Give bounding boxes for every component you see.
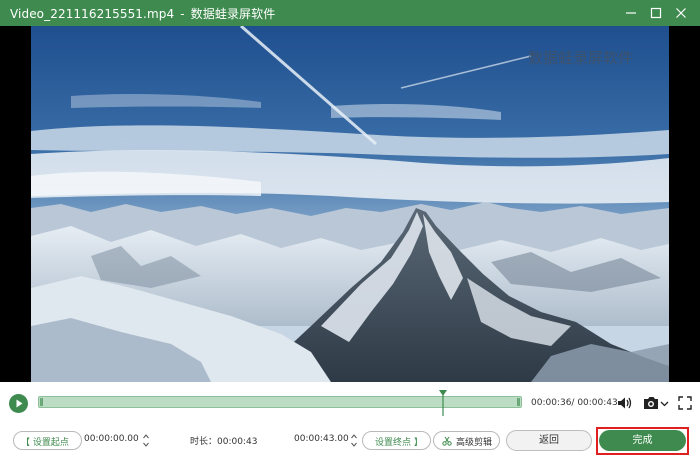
edit-controls: 【 设置起点 00:00:00.00 时长：00:00:43 00:00:43.… (0, 424, 700, 464)
camera-icon (644, 397, 669, 409)
minimize-button[interactable] (620, 3, 642, 23)
stepper-arrows-icon (351, 434, 357, 447)
highlight-box (596, 427, 689, 455)
advanced-edit-button[interactable]: 高级剪辑 (433, 431, 500, 450)
trim-start-handle[interactable] (40, 398, 43, 406)
app-name: 数据蛙录屏软件 (190, 7, 276, 21)
video-stage: 数据蛙录屏软件 (0, 26, 700, 382)
trim-end-handle[interactable] (517, 398, 520, 406)
stepper-arrows-icon (143, 434, 149, 447)
minimize-icon (626, 12, 636, 14)
playhead-marker-icon (439, 390, 448, 416)
back-button[interactable]: 返回 (506, 430, 592, 451)
screenshot-button[interactable] (642, 394, 670, 412)
time-readout: 00:00:36/ 00:00:43 (531, 398, 618, 408)
end-time-field[interactable]: 00:00:43.00 (292, 431, 360, 450)
fullscreen-icon (678, 396, 692, 410)
window-title: Video_221116215551.mp4- 数据蛙录屏软件 (10, 5, 275, 22)
start-time-field[interactable]: 00:00:00.00 (82, 431, 154, 450)
video-preview[interactable]: 数据蛙录屏软件 (31, 26, 669, 382)
volume-button[interactable] (616, 394, 634, 412)
end-time-value: 00:00:43.00 (294, 434, 349, 444)
end-time-stepper[interactable] (350, 432, 358, 449)
maximize-button[interactable] (645, 3, 667, 23)
scissors-icon (442, 436, 452, 446)
duration-label: 时长：00:00:43 (190, 437, 258, 447)
play-icon (16, 399, 23, 408)
play-button[interactable] (9, 394, 28, 413)
start-time-value: 00:00:00.00 (84, 434, 139, 444)
start-time-stepper[interactable] (142, 432, 150, 449)
file-name: Video_221116215551.mp4 (10, 7, 175, 21)
playhead[interactable] (439, 390, 448, 416)
set-end-button[interactable]: 设置终点 】 (362, 431, 431, 450)
set-end-label: 设置终点 】 (375, 438, 423, 448)
fullscreen-button[interactable] (677, 394, 693, 412)
title-separator: - (180, 7, 185, 21)
duration-display: 时长：00:00:43 (154, 431, 292, 450)
title-bar: Video_221116215551.mp4- 数据蛙录屏软件 (0, 0, 700, 26)
maximize-icon (650, 7, 662, 19)
set-start-label: 【 设置起点 (21, 438, 69, 448)
advanced-edit-label: 高级剪辑 (456, 438, 493, 448)
close-button[interactable] (670, 3, 692, 23)
video-watermark: 数据蛙录屏软件 (528, 49, 634, 67)
set-start-button[interactable]: 【 设置起点 (13, 431, 82, 450)
player-controls: 00:00:36/ 00:00:43 (0, 386, 700, 418)
timeline-track[interactable] (38, 396, 522, 408)
close-icon (676, 8, 686, 18)
mountain-landscape-image (31, 26, 669, 382)
volume-icon (618, 397, 632, 409)
